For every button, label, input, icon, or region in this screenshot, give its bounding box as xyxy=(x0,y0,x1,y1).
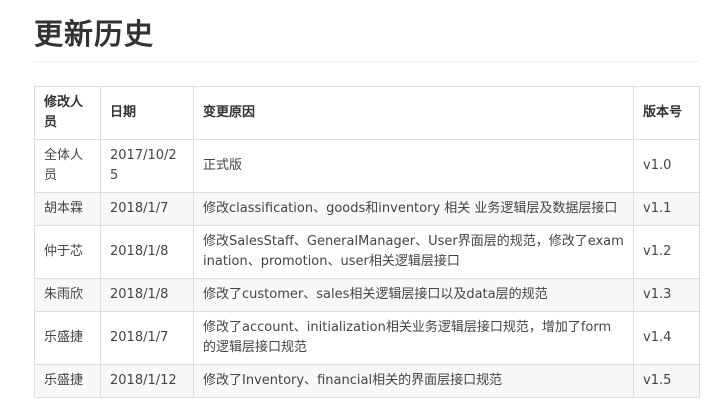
header-version: 版本号 xyxy=(633,86,700,140)
cell-version: v1.0 xyxy=(633,139,700,193)
cell-reason: 修改SalesStaff、GeneralManager、User界面层的规范，修… xyxy=(193,225,634,279)
cell-version: v1.2 xyxy=(633,225,700,279)
cell-author: 胡本霖 xyxy=(34,192,101,226)
table-row: 仲于芯 2018/1/8 修改SalesStaff、GeneralManager… xyxy=(34,225,700,279)
cell-version: v1.3 xyxy=(633,278,700,312)
cell-reason: 修改了customer、sales相关逻辑层接口以及data层的规范 xyxy=(193,278,634,312)
cell-author: 乐盛捷 xyxy=(34,311,101,365)
header-author: 修改人员 xyxy=(34,86,101,140)
cell-version: v1.5 xyxy=(633,364,700,398)
cell-reason: 正式版 xyxy=(193,139,634,193)
cell-version: v1.4 xyxy=(633,311,700,365)
cell-date: 2018/1/8 xyxy=(100,225,194,279)
table-row: 朱雨欣 2018/1/8 修改了customer、sales相关逻辑层接口以及d… xyxy=(34,278,700,312)
table-header-row: 修改人员 日期 变更原因 版本号 xyxy=(34,86,700,140)
table-row: 乐盛捷 2018/1/7 修改了account、initialization相关… xyxy=(34,311,700,365)
cell-version: v1.1 xyxy=(633,192,700,226)
cell-author: 朱雨欣 xyxy=(34,278,101,312)
revision-history-table: 修改人员 日期 变更原因 版本号 全体人员 2017/10/25 正式版 v1.… xyxy=(34,86,700,398)
cell-author: 全体人员 xyxy=(34,139,101,193)
table-row: 胡本霖 2018/1/7 修改classification、goods和inve… xyxy=(34,192,700,226)
cell-date: 2018/1/7 xyxy=(100,192,194,226)
cell-date: 2018/1/7 xyxy=(100,311,194,365)
cell-reason: 修改了Inventory、financial相关的界面层接口规范 xyxy=(193,364,634,398)
page-title: 更新历史 xyxy=(34,17,155,51)
page: 更新历史 修改人员 日期 变更原因 版本号 全体人员 2017/10/25 正式… xyxy=(0,0,719,417)
cell-date: 2018/1/8 xyxy=(100,278,194,312)
title-divider xyxy=(34,61,699,62)
cell-author: 仲于芯 xyxy=(34,225,101,279)
cell-date: 2018/1/12 xyxy=(100,364,194,398)
cell-date: 2017/10/25 xyxy=(100,139,194,193)
table-row: 全体人员 2017/10/25 正式版 v1.0 xyxy=(34,139,700,193)
table-row: 乐盛捷 2018/1/12 修改了Inventory、financial相关的界… xyxy=(34,364,700,398)
cell-reason: 修改了account、initialization相关业务逻辑层接口规范，增加了… xyxy=(193,311,634,365)
header-date: 日期 xyxy=(100,86,194,140)
cell-reason: 修改classification、goods和inventory 相关 业务逻辑… xyxy=(193,192,634,226)
header-reason: 变更原因 xyxy=(193,86,634,140)
cell-author: 乐盛捷 xyxy=(34,364,101,398)
